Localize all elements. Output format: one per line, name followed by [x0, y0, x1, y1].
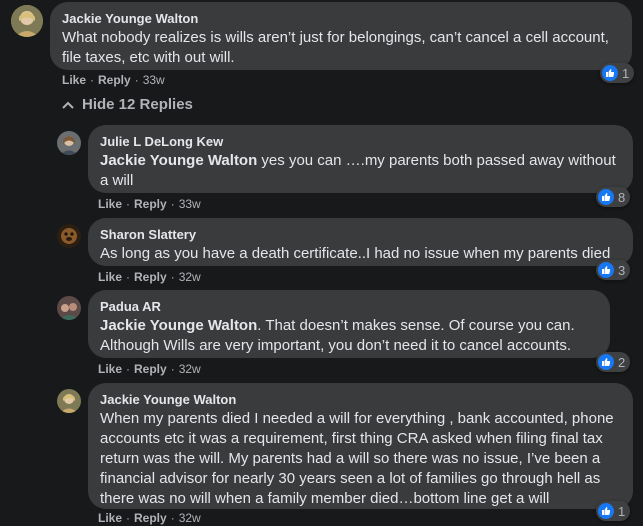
reply-author[interactable]: Julie L DeLong Kew	[100, 133, 621, 150]
thumbs-up-icon	[602, 65, 618, 81]
timestamp[interactable]: 32w	[179, 362, 201, 376]
reply-actions: Like · Reply · 33w	[98, 197, 201, 211]
reply-link[interactable]: Reply	[134, 197, 167, 211]
reply-text: Jackie Younge Walton yes you can ….my pa…	[100, 151, 621, 191]
timestamp[interactable]: 33w	[179, 197, 201, 211]
reply-link[interactable]: Reply	[98, 73, 131, 87]
avatar[interactable]	[57, 224, 81, 248]
reply-text: Jackie Younge Walton. That doesn’t makes…	[100, 316, 598, 356]
timestamp[interactable]: 32w	[179, 270, 201, 284]
like-link[interactable]: Like	[98, 362, 122, 376]
avatar[interactable]	[57, 389, 81, 413]
reaction-number: 1	[622, 65, 630, 81]
reply-author[interactable]: Jackie Younge Walton	[100, 391, 621, 408]
comment-actions: Like · Reply · 33w	[62, 73, 165, 87]
like-link[interactable]: Like	[62, 73, 86, 87]
reaction-count[interactable]: 1	[600, 63, 635, 83]
comment-bubble: Jackie Younge Walton What nobody realize…	[50, 2, 632, 70]
timestamp[interactable]: 32w	[179, 511, 201, 525]
avatar[interactable]	[57, 296, 81, 320]
like-link[interactable]: Like	[98, 511, 122, 525]
reply-author[interactable]: Sharon Slattery	[100, 226, 621, 243]
reaction-count[interactable]: 8	[596, 187, 631, 207]
like-link[interactable]: Like	[98, 197, 122, 211]
mention-link[interactable]: Jackie Younge Walton	[100, 317, 257, 334]
reply-actions: Like · Reply · 32w	[98, 511, 201, 525]
thumbs-up-icon	[598, 189, 614, 205]
reaction-number: 8	[618, 189, 626, 205]
reply-bubble: Jackie Younge Walton When my parents die…	[88, 383, 633, 509]
reply-text: When my parents died I needed a will for…	[100, 410, 614, 507]
reply-link[interactable]: Reply	[134, 270, 167, 284]
timestamp[interactable]: 33w	[143, 73, 165, 87]
reaction-number: 3	[618, 262, 626, 278]
reaction-count[interactable]: 2	[596, 352, 631, 372]
avatar[interactable]	[57, 131, 81, 155]
reaction-number: 1	[618, 503, 626, 519]
reply-link[interactable]: Reply	[134, 362, 167, 376]
reply-bubble: Sharon Slattery As long as you have a de…	[88, 218, 633, 266]
reply-bubble: Padua AR Jackie Younge Walton. That does…	[88, 290, 610, 358]
reply-actions: Like · Reply · 32w	[98, 362, 201, 376]
mention-link[interactable]: Jackie Younge Walton	[100, 152, 257, 169]
reply-text: As long as you have a death certificate.…	[100, 245, 611, 262]
reply-link[interactable]: Reply	[134, 511, 167, 525]
hide-replies-label: Hide 12 Replies	[82, 96, 193, 113]
reaction-count[interactable]: 1	[596, 501, 631, 521]
reply-bubble: Julie L DeLong Kew Jackie Younge Walton …	[88, 125, 633, 193]
reaction-count[interactable]: 3	[596, 260, 631, 280]
hide-replies-button[interactable]: Hide 12 Replies	[62, 96, 193, 113]
reply-actions: Like · Reply · 32w	[98, 270, 201, 284]
reaction-number: 2	[618, 354, 626, 370]
like-link[interactable]: Like	[98, 270, 122, 284]
avatar[interactable]	[11, 5, 43, 37]
chevron-up-icon	[62, 101, 74, 109]
comment-text: What nobody realizes is wills aren’t jus…	[62, 29, 609, 66]
comment-author[interactable]: Jackie Younge Walton	[62, 10, 620, 27]
thumbs-up-icon	[598, 503, 614, 519]
reply-author[interactable]: Padua AR	[100, 298, 598, 315]
thumbs-up-icon	[598, 262, 614, 278]
thumbs-up-icon	[598, 354, 614, 370]
